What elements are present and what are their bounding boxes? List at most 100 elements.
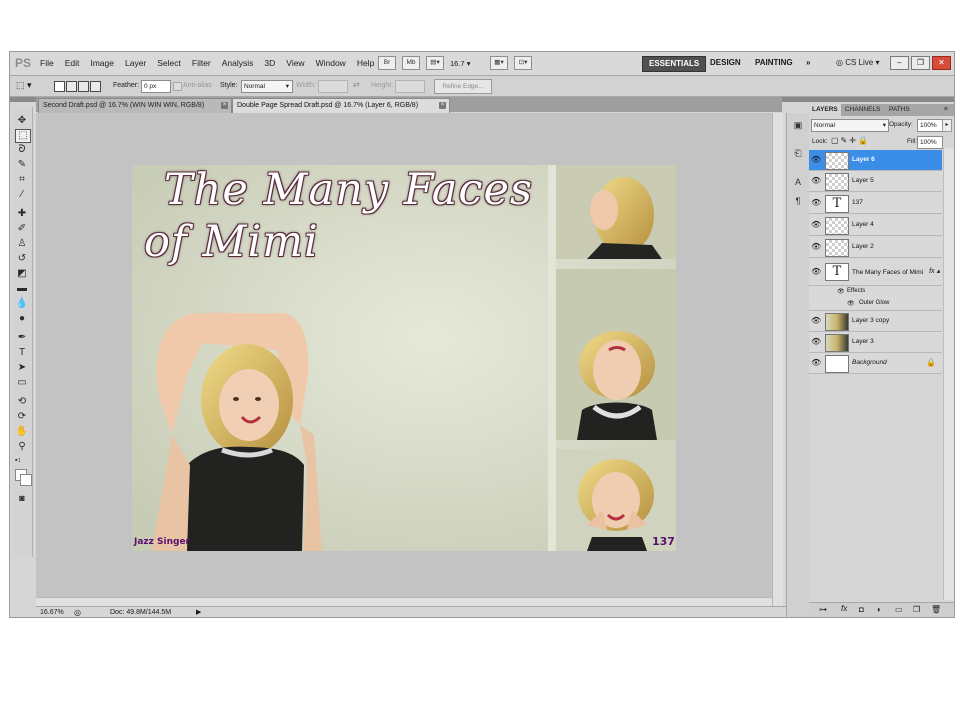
status-menu-arrow-icon[interactable]: ▶ bbox=[196, 608, 201, 616]
link-layers-icon[interactable]: ⊶ bbox=[819, 605, 827, 614]
tab-channels[interactable]: CHANNELS bbox=[842, 104, 883, 116]
eye-icon[interactable]: 👁 bbox=[811, 176, 821, 186]
workspace-painting[interactable]: PAINTING bbox=[755, 56, 793, 70]
menu-select[interactable]: Select bbox=[157, 58, 181, 68]
new-group-icon[interactable]: ▭ bbox=[895, 605, 903, 614]
shape-tool-icon[interactable]: ▭ bbox=[15, 377, 29, 389]
eye-icon[interactable]: 👁 bbox=[811, 267, 821, 277]
fill-input[interactable]: 100% bbox=[917, 136, 943, 149]
3d-rotate-tool-icon[interactable]: ⟲ bbox=[15, 396, 29, 408]
adjustment-layer-icon[interactable]: ◐ bbox=[877, 605, 882, 614]
layer-row-layer-3-copy[interactable]: 👁 Layer 3 copy bbox=[809, 311, 942, 332]
style-select[interactable]: Normal ▾ bbox=[241, 80, 293, 93]
bridge-button[interactable]: Br bbox=[378, 56, 396, 70]
add-style-icon[interactable]: fx bbox=[841, 604, 847, 613]
layer-row-background[interactable]: 👁 Background 🔒 bbox=[809, 353, 942, 374]
close-tab-icon[interactable]: × bbox=[221, 102, 228, 109]
crop-tool-icon[interactable]: ⌗ bbox=[15, 174, 29, 186]
quick-mask-icon[interactable]: ◙ bbox=[15, 492, 29, 504]
layer-row-layer-2[interactable]: 👁 Layer 2 bbox=[809, 237, 942, 258]
close-tab-icon[interactable]: × bbox=[439, 102, 446, 109]
opacity-input[interactable]: 100% bbox=[917, 119, 943, 132]
path-selection-tool-icon[interactable]: ➤ bbox=[15, 362, 29, 374]
menu-view[interactable]: View bbox=[286, 58, 304, 68]
type-tool-icon[interactable]: T bbox=[15, 347, 29, 359]
eye-icon[interactable]: 👁 bbox=[811, 358, 821, 368]
fx-icon[interactable]: fx ▴ bbox=[929, 267, 940, 275]
background-color-swatch[interactable] bbox=[20, 474, 32, 486]
outer-glow-row[interactable]: 👁 Outer Glow bbox=[809, 298, 942, 311]
lasso-tool-icon[interactable]: ᘐ bbox=[15, 144, 29, 156]
default-colors-icon[interactable]: ▪↕ bbox=[15, 457, 21, 464]
layer-row-layer-5[interactable]: 👁 Layer 5 bbox=[809, 171, 942, 192]
eye-icon[interactable]: 👁 bbox=[811, 337, 821, 347]
menu-help[interactable]: Help bbox=[357, 58, 374, 68]
menu-analysis[interactable]: Analysis bbox=[222, 58, 254, 68]
mini-bridge-panel-icon[interactable]: ▣ bbox=[791, 119, 805, 131]
zoom-level-dropdown[interactable]: 16.7 ▾ bbox=[450, 59, 484, 68]
tab-layers[interactable]: LAYERS bbox=[809, 104, 841, 116]
add-to-selection-icon[interactable] bbox=[66, 81, 77, 92]
effects-eye-icon[interactable]: 👁 bbox=[837, 288, 845, 295]
marquee-tool-icon[interactable]: ⬚ bbox=[15, 129, 31, 143]
eyedropper-tool-icon[interactable]: ⁄ bbox=[15, 189, 29, 201]
feather-input[interactable]: 0 px bbox=[141, 80, 171, 93]
menu-layer[interactable]: Layer bbox=[125, 58, 146, 68]
minimize-button[interactable]: – bbox=[890, 56, 909, 70]
delete-layer-icon[interactable]: 🗑 bbox=[931, 605, 941, 614]
view-extras-button[interactable]: ▤▾ bbox=[426, 56, 444, 70]
dodge-tool-icon[interactable]: ● bbox=[15, 313, 29, 325]
blend-mode-select[interactable]: Normal ▾ bbox=[811, 119, 889, 132]
menu-image[interactable]: Image bbox=[90, 58, 114, 68]
eye-icon[interactable]: 👁 bbox=[811, 220, 821, 230]
move-tool-icon[interactable]: ✥ bbox=[15, 115, 29, 127]
zoom-tool-icon[interactable]: ⚲ bbox=[15, 441, 29, 453]
menu-window[interactable]: Window bbox=[316, 58, 346, 68]
quick-selection-tool-icon[interactable]: ✎ bbox=[15, 159, 29, 171]
layers-scrollbar[interactable] bbox=[943, 148, 954, 600]
eye-icon[interactable]: 👁 bbox=[811, 155, 821, 165]
lock-icons[interactable]: ▢✎✛🔒 bbox=[831, 136, 870, 145]
3d-orbit-tool-icon[interactable]: ⟳ bbox=[15, 411, 29, 423]
paragraph-panel-icon[interactable]: ¶ bbox=[791, 195, 805, 207]
swap-dimensions-icon[interactable]: ⇄ bbox=[353, 80, 360, 89]
intersect-selection-icon[interactable] bbox=[90, 81, 101, 92]
screen-mode-button[interactable]: ⊡▾ bbox=[514, 56, 532, 70]
workspace-design[interactable]: DESIGN bbox=[710, 56, 741, 70]
subtract-from-selection-icon[interactable] bbox=[78, 81, 89, 92]
layer-row-layer-4[interactable]: 👁 Layer 4 bbox=[809, 215, 942, 236]
history-panel-icon[interactable]: ⎗ bbox=[791, 147, 805, 159]
menu-file[interactable]: File bbox=[40, 58, 54, 68]
effects-row[interactable]: 👁 Effects bbox=[809, 286, 942, 298]
brush-tool-icon[interactable]: ✐ bbox=[15, 223, 29, 235]
outer-glow-eye-icon[interactable]: 👁 bbox=[847, 300, 855, 307]
workspace-essentials[interactable]: ESSENTIALS bbox=[642, 56, 707, 72]
opacity-slider-arrow[interactable]: ▸ bbox=[942, 119, 952, 132]
new-layer-icon[interactable]: ❐ bbox=[913, 605, 920, 614]
layer-row-137[interactable]: 👁 T 137 bbox=[809, 193, 942, 214]
add-mask-icon[interactable]: ◘ bbox=[859, 605, 864, 614]
status-zoom[interactable]: 16.67% bbox=[40, 609, 64, 616]
status-info-icon[interactable]: ◎ bbox=[74, 608, 81, 617]
refine-edge-button[interactable]: Refine Edge... bbox=[434, 79, 492, 94]
height-input[interactable] bbox=[395, 80, 425, 93]
arrange-documents-button[interactable]: ▦▾ bbox=[490, 56, 508, 70]
workspace-more-button[interactable]: » bbox=[806, 56, 810, 70]
anti-alias-checkbox[interactable] bbox=[173, 82, 182, 91]
restore-button[interactable]: ❐ bbox=[911, 56, 930, 70]
eye-icon[interactable]: 👁 bbox=[811, 316, 821, 326]
clone-stamp-tool-icon[interactable]: ♙ bbox=[15, 238, 29, 250]
menu-edit[interactable]: Edit bbox=[65, 58, 80, 68]
eraser-tool-icon[interactable]: ◩ bbox=[15, 268, 29, 280]
eye-icon[interactable]: 👁 bbox=[811, 198, 821, 208]
document-canvas[interactable]: The Many Faces of Mimi Jazz Singer 137 bbox=[132, 165, 676, 551]
tab-second-draft[interactable]: Second Draft.psd @ 16.7% (WIN WIN WIN, R… bbox=[38, 98, 232, 113]
menu-filter[interactable]: Filter bbox=[192, 58, 211, 68]
cs-live-menu[interactable]: ◎ CS Live ▾ bbox=[836, 58, 879, 67]
close-button[interactable]: ✕ bbox=[932, 56, 951, 70]
tab-paths[interactable]: PATHS bbox=[886, 104, 913, 116]
hand-tool-icon[interactable]: ✋ bbox=[15, 426, 29, 438]
tool-preset-picker[interactable]: ⬚ ▾ bbox=[16, 80, 40, 92]
new-selection-icon[interactable] bbox=[54, 81, 65, 92]
width-input[interactable] bbox=[318, 80, 348, 93]
